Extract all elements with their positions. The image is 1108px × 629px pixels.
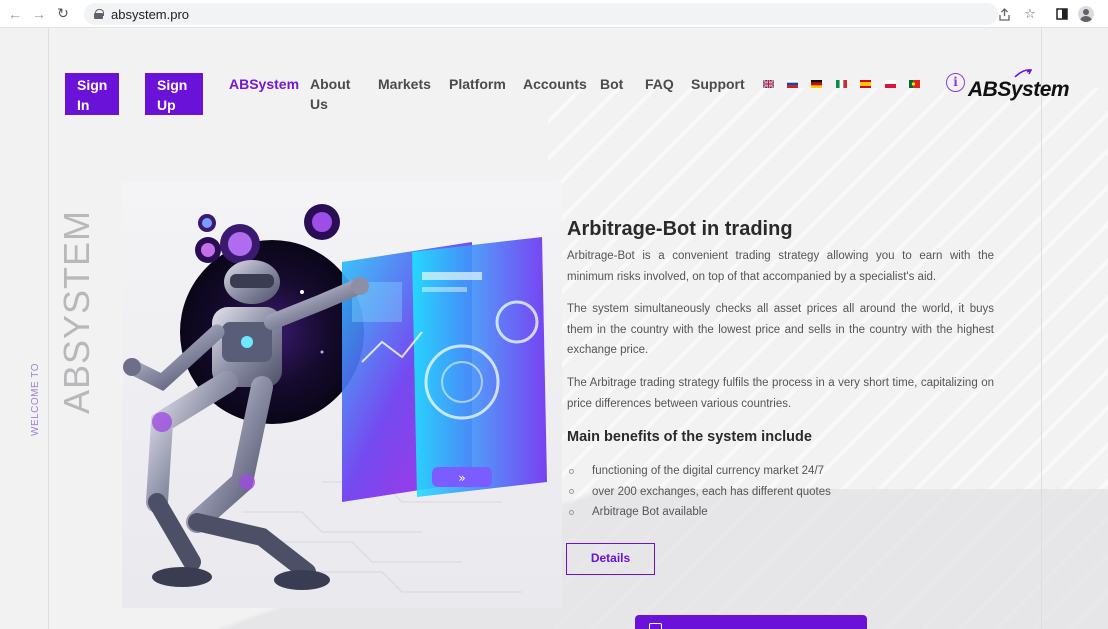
page: Sign In Sign Up ABSystem About Us Market… [0,28,1108,629]
forward-icon[interactable]: → [30,5,48,23]
details-button[interactable]: Details [566,543,655,575]
frame-line-right [1041,28,1042,629]
address-bar[interactable]: absystem.pro [84,3,998,25]
brand-vertical-text: ABSYSTEM [56,209,97,414]
sign-in-button[interactable]: Sign In [65,73,119,115]
logo-swoosh-icon [1014,69,1032,78]
benefits-list: functioning of the digital currency mark… [567,461,831,523]
nav-faq[interactable]: FAQ [645,74,674,94]
bullet-icon [569,509,574,515]
profile-avatar-icon[interactable] [1077,5,1095,23]
share-icon[interactable] [995,5,1013,23]
nav-support[interactable]: Support [691,74,745,94]
svg-text:»: » [458,471,465,485]
sign-up-button[interactable]: Sign Up [145,73,203,115]
benefits-title: Main benefits of the system include [567,429,812,445]
bookmark-star-icon[interactable]: ☆ [1021,5,1039,23]
address-url[interactable]: absystem.pro [111,7,189,22]
info-icon[interactable]: i [946,73,965,92]
nav-about-us[interactable]: About Us [310,74,352,114]
flag-it-icon[interactable] [836,80,847,88]
side-panel-icon[interactable] [1053,5,1071,23]
site-logo[interactable]: ABSystem [968,78,1070,102]
square-icon [649,623,662,629]
flag-pt-icon[interactable] [909,80,920,88]
flag-de-icon[interactable] [811,80,822,88]
bullet-icon [569,468,574,474]
flag-pl-icon[interactable] [885,80,896,88]
nav-accounts[interactable]: Accounts [523,74,587,94]
bullet-icon [569,489,574,495]
reload-icon[interactable]: ↻ [54,5,72,23]
nav-absystem[interactable]: ABSystem [229,74,299,94]
flag-ru-icon[interactable] [787,80,798,88]
nav-bot[interactable]: Bot [600,74,623,94]
flag-en-icon[interactable] [763,80,774,88]
paragraph-3: The Arbitrage trading strategy fulfils t… [567,377,994,410]
paragraph-1: Arbitrage-Bot is a convenient trading st… [567,250,994,283]
section-title: Arbitrage-Bot in trading [567,218,793,240]
frame-line-left [48,28,49,629]
nav-markets[interactable]: Markets [378,74,431,94]
back-icon[interactable]: ← [6,5,24,23]
flag-es-icon[interactable] [860,80,871,88]
nav-platform[interactable]: Platform [449,74,506,94]
paragraph-2: The system simultaneously checks all ass… [567,303,994,356]
browser-toolbar: ← → ↻ absystem.pro ☆ [0,0,1108,28]
welcome-label: WELCOME TO [30,363,41,436]
lock-icon[interactable] [94,9,104,19]
list-item: functioning of the digital currency mark… [567,461,831,482]
bottom-cta-button[interactable] [635,615,867,629]
list-item: over 200 exchanges, each has different q… [567,482,831,503]
robot-hero-illustration: » [122,182,562,608]
list-item: Arbitrage Bot available [567,502,831,523]
